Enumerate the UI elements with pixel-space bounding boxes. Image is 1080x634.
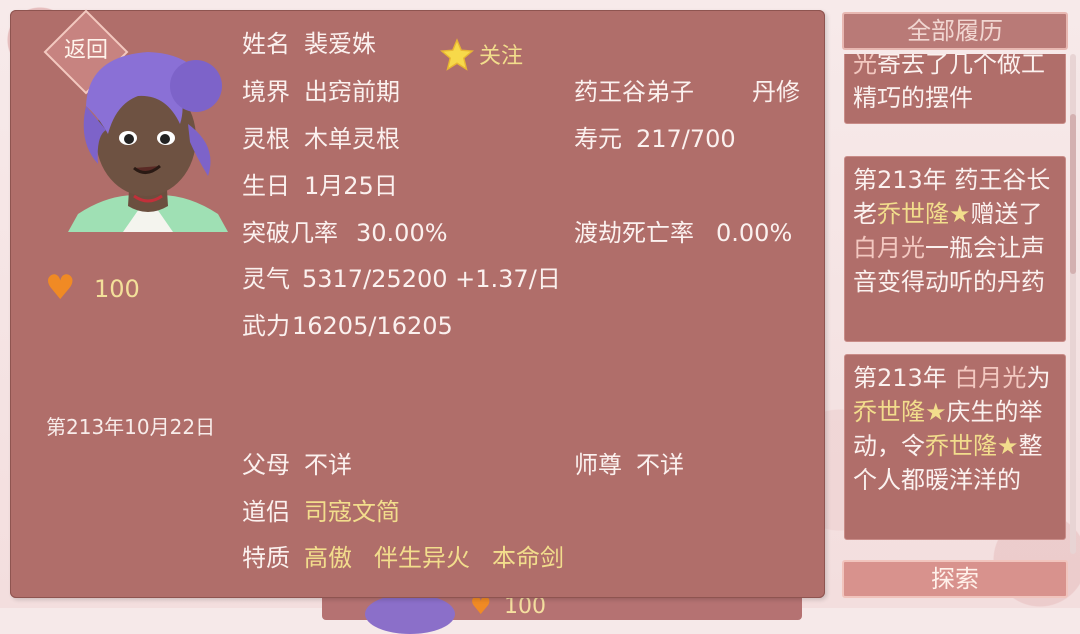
partner-label: 道侣 [242,498,290,526]
root-label: 灵根 [242,125,290,153]
history-log-entry: 第213年 药王谷长老乔世隆★赠送了白月光一瓶会让声音变得动听的丹药 [844,156,1066,342]
log-segment: 光 [853,54,877,78]
log-segment: 乔世隆★ [877,200,971,228]
trait-tag[interactable]: 伴生异火 [374,544,470,572]
master-value: 不详 [636,451,684,479]
name-label: 姓名 [242,30,290,58]
parents-label: 父母 [242,451,290,479]
trait-tag[interactable]: 高傲 [304,544,352,572]
all-history-button[interactable]: 全部履历 [842,12,1068,50]
tribulation-value: 0.00% [716,219,793,247]
log-segment: 为 [1026,364,1051,392]
parents-value: 不详 [304,451,352,479]
heart-icon: ♥ [45,268,76,308]
favor-value: 100 [94,275,140,303]
master-label: 师尊 [574,451,622,479]
history-log-entry: 第213年 白月光为乔世隆★庆生的举动，令乔世隆★整个人都暖洋洋的 [844,354,1066,540]
log-text: 第213年 药王谷长老乔世隆★赠送了白月光一瓶会让声音变得动听的丹药 [853,166,1050,296]
log-segment: 白月光 [954,364,1027,392]
traits-label: 特质 [242,544,290,572]
history-scrollbar[interactable] [1070,54,1076,554]
power-value: 16205/16205 [292,312,453,340]
tribulation-label: 渡劫死亡率 [574,219,694,247]
log-segment: 白月光 [853,234,925,262]
scrollbar-thumb[interactable] [1070,114,1076,274]
sect-value: 药王谷弟子 [574,78,694,106]
star-icon[interactable] [440,38,474,72]
breakthrough-label: 突破几率 [242,219,338,247]
explore-button[interactable]: 探索 [842,560,1068,598]
qi-label: 灵气 [242,265,290,293]
realm-value: 出窍前期 [304,78,400,106]
partner-link[interactable]: 司寇文简 [304,498,400,526]
history-log-entry: 光寄去了几个做工精巧的摆件 [844,54,1066,124]
log-segment: 第213年 [853,364,955,392]
log-segment: 乔世隆★ [925,432,1019,460]
log-segment: 乔世隆★ [853,398,947,426]
lifespan-label: 寿元 [574,125,622,153]
follow-button[interactable]: 关注 [479,44,523,70]
realm-label: 境界 [242,78,290,106]
current-date: 第213年10月22日 [46,415,216,439]
power-label: 武力 [242,312,290,340]
lifespan-value: 217/700 [636,125,736,153]
cultivation-type-value: 丹修 [752,78,800,106]
character-detail-panel: 返回 ♥ 100 第213年10月22日 姓名 裴爱姝 关注 境界 出窍前期 药… [10,9,825,598]
next-character-portrait [365,594,455,634]
log-segment: 寄去了几个做工精巧的摆件 [853,54,1045,112]
log-text: 光寄去了几个做工精巧的摆件 [853,54,1045,112]
log-segment: 赠送了 [970,200,1043,228]
name-value: 裴爱姝 [304,30,376,58]
birthday-label: 生日 [242,172,290,200]
breakthrough-value: 30.00% [356,219,448,247]
trait-tag[interactable]: 本命剑 [492,544,564,572]
character-portrait [68,46,228,232]
root-value: 木单灵根 [304,125,400,153]
birthday-value: 1月25日 [304,172,398,200]
next-favor-value: 100 [504,594,546,619]
log-text: 第213年 白月光为乔世隆★庆生的举动，令乔世隆★整个人都暖洋洋的 [853,364,1050,494]
history-log-list[interactable]: 光寄去了几个做工精巧的摆件 第213年 药王谷长老乔世隆★赠送了白月光一瓶会让声… [842,54,1068,554]
qi-value: 5317/25200 +1.37/日 [302,265,561,293]
